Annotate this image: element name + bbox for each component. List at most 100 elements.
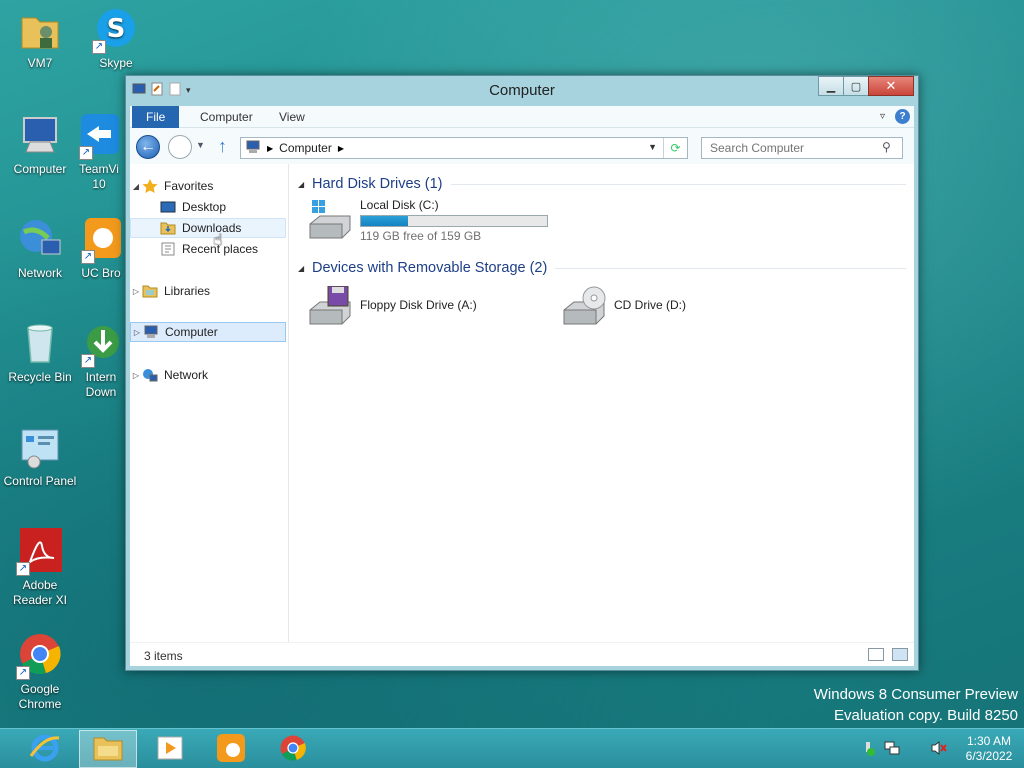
collapse-arrow-icon[interactable]: ◢ <box>298 180 312 189</box>
taskbar-chrome[interactable] <box>264 730 322 768</box>
taskbar: 1:30 AM 6/3/2022 <box>0 728 1024 768</box>
collapse-arrow-icon[interactable]: ◢ <box>130 182 142 191</box>
nav-item-downloads[interactable]: Downloads <box>130 218 286 238</box>
computer-icon <box>16 112 64 160</box>
internet-explorer-icon <box>29 732 61 767</box>
forward-button[interactable] <box>168 135 192 159</box>
network-status-icon[interactable] <box>884 740 900 759</box>
taskbar-media-player[interactable] <box>141 730 199 768</box>
taskbar-file-explorer[interactable] <box>79 730 137 768</box>
tab-file[interactable]: File <box>132 106 180 128</box>
expand-ribbon-chevron-icon[interactable]: ▿ <box>880 111 885 122</box>
drive-free-space: 119 GB free of 159 GB <box>360 229 482 243</box>
drive-floppy-a[interactable]: Floppy Disk Drive (A:) <box>306 285 477 330</box>
navigation-pane[interactable]: ◢ Favorites Desktop Downloads Recent pla… <box>130 164 289 642</box>
teamviewer-icon: ↗ <box>79 112 119 160</box>
system-clock[interactable]: 1:30 AM 6/3/2022 <box>954 734 1024 764</box>
shortcut-arrow-icon: ↗ <box>16 562 30 576</box>
drive-name: Local Disk (C:) <box>360 198 439 212</box>
details-view-button[interactable] <box>868 648 884 661</box>
desktop-icon-idm[interactable]: ↗ Intern Down <box>78 320 124 400</box>
group-header-removable-storage[interactable]: ◢ Devices with Removable Storage (2) <box>298 258 906 278</box>
close-button[interactable]: ✕ <box>868 76 914 96</box>
explorer-body: ◢ Favorites Desktop Downloads Recent pla… <box>130 164 914 642</box>
hand-cursor-icon: ☝ <box>213 232 223 249</box>
status-bar: 3 items <box>130 642 914 666</box>
recent-places-icon <box>160 242 178 256</box>
shortcut-arrow-icon: ↗ <box>81 250 95 264</box>
desktop-icon-vm7[interactable]: VM7 <box>2 6 78 71</box>
chrome-icon <box>278 733 308 766</box>
recycle-bin-icon <box>16 320 64 368</box>
help-icon[interactable]: ? <box>895 109 910 124</box>
content-pane[interactable]: ◢ Hard Disk Drives (1) Local Disk (C:) 1… <box>290 164 914 642</box>
computer-small-icon <box>143 325 161 339</box>
libraries-icon <box>142 284 160 298</box>
breadcrumb-separator-icon[interactable]: ▶ <box>338 144 344 153</box>
search-input[interactable] <box>701 137 903 159</box>
up-arrow-icon[interactable]: ↑ <box>218 136 227 157</box>
skype-icon: S ↗ <box>92 6 140 54</box>
address-bar[interactable]: ▶ Computer ▶ ▼ ⟳ <box>240 137 688 159</box>
desktop-icon-recycle-bin[interactable]: Recycle Bin <box>2 320 78 385</box>
maximize-button[interactable]: ▢ <box>843 76 869 96</box>
minimize-button[interactable]: ▁ <box>818 76 844 96</box>
collapse-arrow-icon[interactable]: ◢ <box>298 264 312 273</box>
network-icon <box>16 216 64 264</box>
uc-browser-icon <box>215 732 247 767</box>
desktop-icon-ucbrowser[interactable]: ↗ UC Bro <box>78 216 124 281</box>
desktop-folder-icon <box>160 200 178 214</box>
drive-name: Floppy Disk Drive (A:) <box>360 298 477 312</box>
media-player-icon <box>155 733 185 766</box>
system-tray: 1:30 AM 6/3/2022 <box>862 729 1024 768</box>
breadcrumb-separator-icon[interactable]: ▶ <box>267 144 273 153</box>
tab-view[interactable]: View <box>265 106 319 128</box>
nav-item-network[interactable]: ▷ Network <box>130 365 286 385</box>
large-icons-view-button[interactable] <box>892 648 908 661</box>
desktop-icon-adobe-reader[interactable]: ↗ Adobe Reader XI <box>2 528 78 608</box>
network-small-icon <box>142 368 160 382</box>
expand-arrow-icon[interactable]: ▷ <box>130 287 142 296</box>
action-center-icon[interactable] <box>862 740 876 759</box>
search-icon: ⚲ <box>882 140 891 154</box>
group-header-hard-disk-drives[interactable]: ◢ Hard Disk Drives (1) <box>298 174 906 194</box>
window-title: Computer <box>489 82 555 99</box>
volume-muted-icon[interactable] <box>930 740 948 759</box>
disk-usage-bar <box>360 215 548 227</box>
desktop-icon-control-panel[interactable]: Control Panel <box>2 424 78 489</box>
drive-cd-d[interactable]: CD Drive (D:) <box>560 286 686 330</box>
drive-local-disk-c[interactable]: Local Disk (C:) 119 GB free of 159 GB <box>306 198 548 243</box>
downloads-folder-icon <box>160 221 178 235</box>
shortcut-arrow-icon: ↗ <box>92 40 106 54</box>
explorer-window[interactable]: ▾ Computer ▁ ▢ ✕ File Computer View ▿ ? … <box>125 75 919 671</box>
nav-item-recent-places[interactable]: Recent places <box>130 239 286 259</box>
nav-item-computer[interactable]: ▷ Computer <box>130 322 286 342</box>
taskbar-uc-browser[interactable] <box>202 730 260 768</box>
refresh-icon[interactable]: ⟳ <box>663 138 687 158</box>
ribbon-tabs: File Computer View ▿ ? <box>130 106 914 128</box>
shortcut-arrow-icon: ↗ <box>16 666 30 680</box>
back-button[interactable]: ← <box>136 135 160 159</box>
desktop-icon-skype[interactable]: S ↗ Skype <box>78 6 154 71</box>
nav-item-desktop[interactable]: Desktop <box>130 197 286 217</box>
disk-usage-fill <box>361 216 408 226</box>
tab-computer[interactable]: Computer <box>186 106 267 128</box>
taskbar-internet-explorer[interactable] <box>16 730 74 768</box>
desktop-icon-computer[interactable]: Computer <box>2 112 78 177</box>
nav-item-libraries[interactable]: ▷ Libraries <box>130 281 286 301</box>
expand-arrow-icon[interactable]: ▷ <box>130 371 142 380</box>
desktop-icon-teamviewer[interactable]: ↗ TeamVi 10 <box>74 112 124 192</box>
star-icon <box>142 179 160 193</box>
nav-item-favorites[interactable]: ◢ Favorites <box>130 176 286 196</box>
recent-locations-chevron-icon[interactable]: ▼ <box>196 140 205 150</box>
desktop-icon-chrome[interactable]: ↗ Google Chrome <box>2 632 78 712</box>
shortcut-arrow-icon: ↗ <box>79 146 93 160</box>
hard-drive-icon <box>306 198 354 242</box>
chrome-icon: ↗ <box>16 632 64 680</box>
address-dropdown-icon[interactable]: ▼ <box>648 142 657 152</box>
desktop-icon-network[interactable]: Network <box>2 216 78 281</box>
breadcrumb[interactable]: Computer <box>279 141 332 155</box>
floppy-drive-icon <box>306 285 354 330</box>
expand-arrow-icon[interactable]: ▷ <box>131 328 143 337</box>
title-bar[interactable]: ▾ Computer ▁ ▢ ✕ <box>126 76 918 106</box>
